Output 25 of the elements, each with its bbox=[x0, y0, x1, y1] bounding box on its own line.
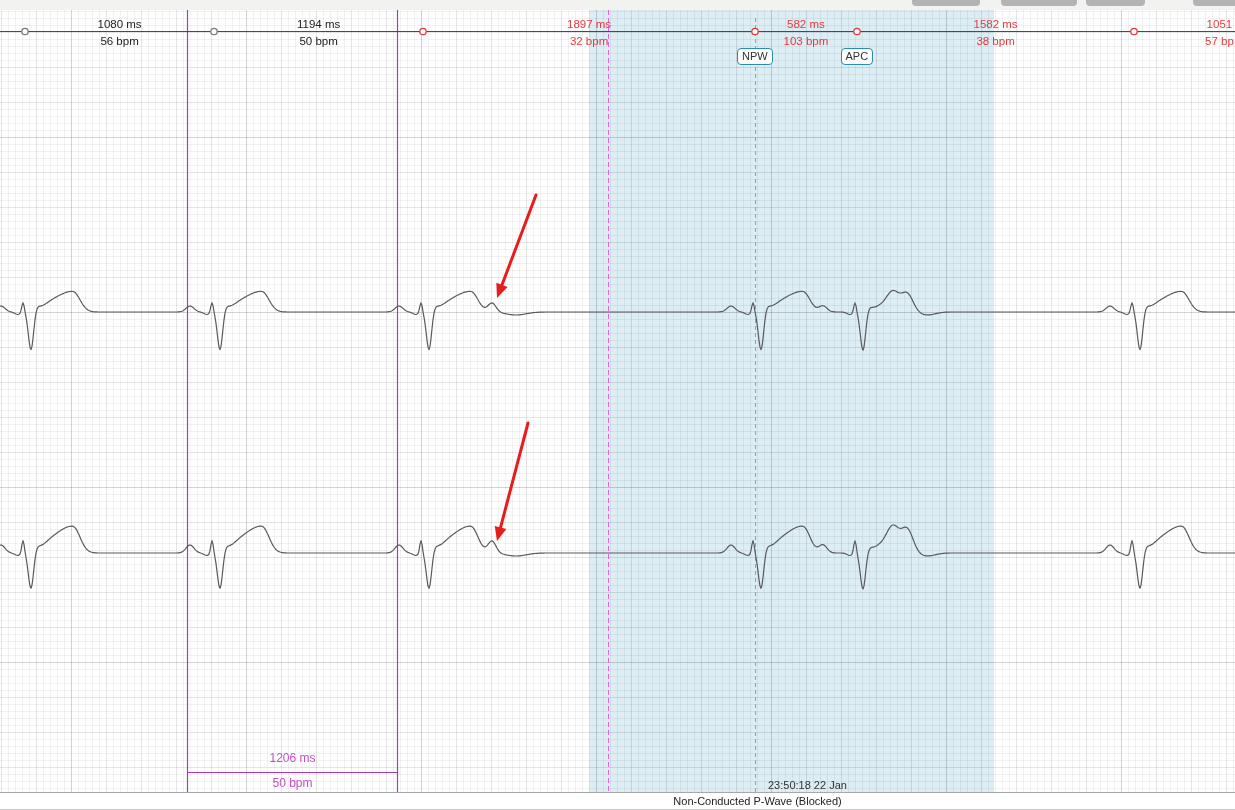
beat-marker[interactable] bbox=[210, 27, 218, 36]
beat-marker[interactable] bbox=[21, 27, 29, 36]
beat-marker[interactable] bbox=[853, 27, 861, 36]
heart-rate-text: 57 bp bbox=[1205, 34, 1234, 49]
beat-tag[interactable]: APC bbox=[840, 48, 874, 65]
timestamp-text: 23:50:18 22 Jan bbox=[768, 779, 847, 792]
heart-rate-text: 103 bpm bbox=[783, 34, 829, 49]
heart-rate-text: 50 bpm bbox=[299, 34, 338, 49]
caliper[interactable] bbox=[186, 10, 399, 792]
interval-duration: 1194 ms bbox=[297, 17, 341, 32]
interval-duration: 1897 ms bbox=[567, 17, 612, 32]
heart-rate-text: 38 bpm bbox=[976, 34, 1015, 49]
beat-marker[interactable] bbox=[751, 27, 759, 36]
status-text: Non-Conducted P-Wave (Blocked) bbox=[673, 794, 842, 808]
caliper-duration: 1206 ms bbox=[269, 751, 316, 765]
interval-duration: 582 ms bbox=[787, 17, 825, 32]
interval-duration: 1080 ms bbox=[97, 17, 142, 32]
beat-marker[interactable] bbox=[419, 27, 427, 36]
beat-tag[interactable]: NPW bbox=[737, 48, 773, 65]
interval-duration: 1051 bbox=[1206, 17, 1233, 32]
caliper-rate: 50 bpm bbox=[272, 776, 313, 790]
interval-duration: 1582 ms bbox=[973, 17, 1018, 32]
beat-marker[interactable] bbox=[1130, 27, 1138, 36]
heart-rate-text: 56 bpm bbox=[100, 34, 139, 49]
heart-rate-text: 32 bpm bbox=[569, 34, 609, 49]
